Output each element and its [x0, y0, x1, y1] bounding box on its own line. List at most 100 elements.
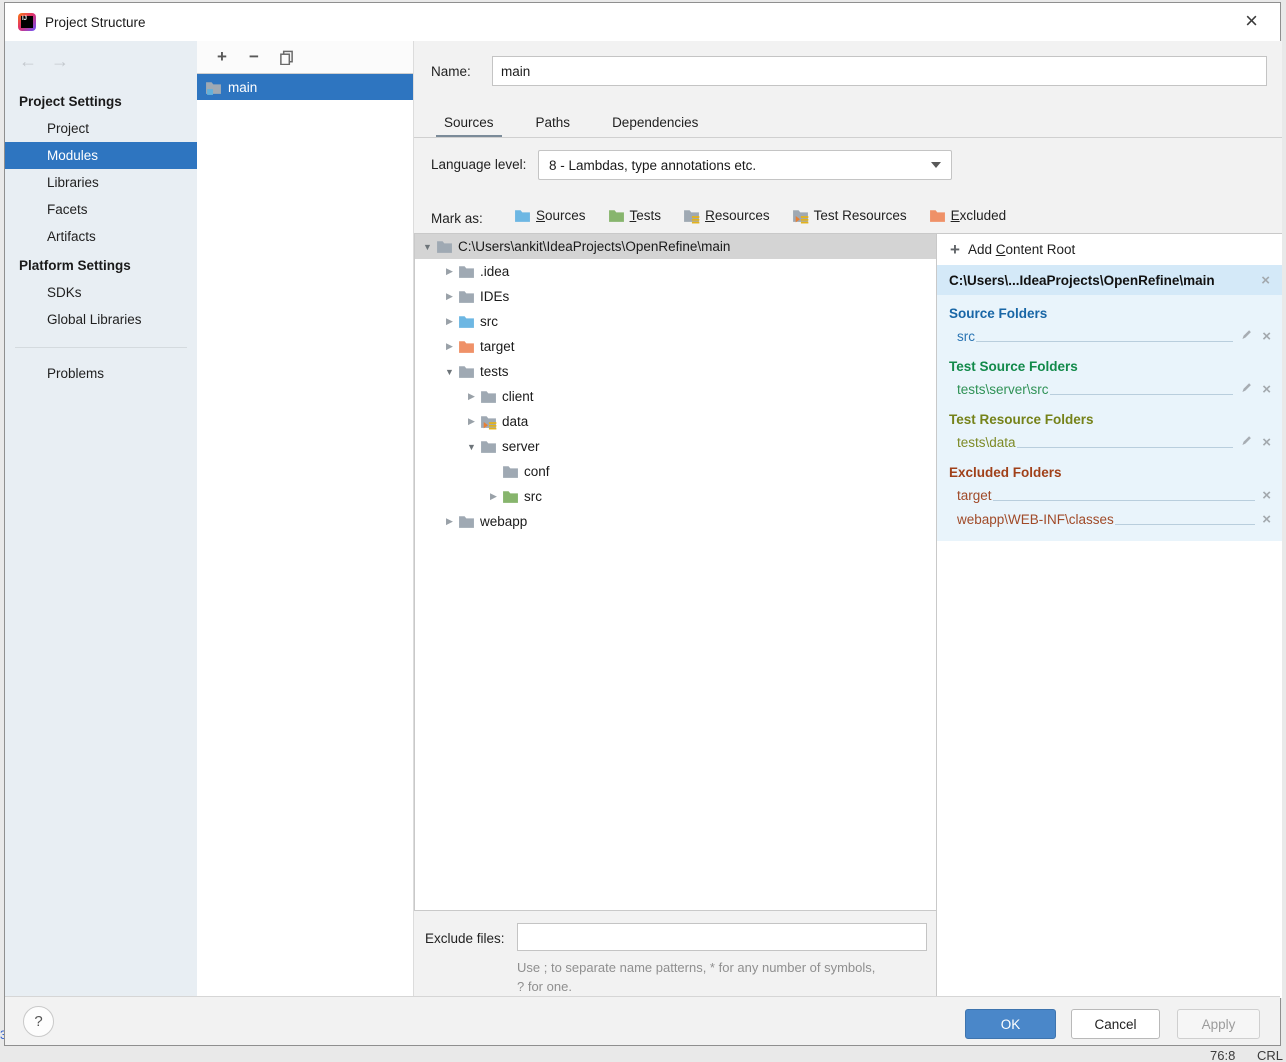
mark-as-item-label: Test Resources — [814, 208, 907, 223]
mark-as-label: Mark as: — [431, 211, 483, 226]
tree-row[interactable]: ▶src — [415, 309, 936, 334]
folder-icon — [458, 513, 478, 530]
folder-path: webapp\WEB-INF\classes — [957, 512, 1114, 527]
tree-row[interactable]: ▶ client — [415, 384, 936, 409]
remove-module-button[interactable]: − — [243, 46, 265, 68]
folder-path: tests\data — [957, 435, 1016, 450]
module-list: main — [197, 74, 413, 100]
tree-expand-icon[interactable]: ▶ — [463, 416, 480, 427]
tab-dependencies[interactable]: Dependencies — [604, 107, 706, 137]
folder-icon — [480, 388, 500, 405]
sidebar-item-sdks[interactable]: SDKs — [5, 279, 197, 306]
folder-entry: target × — [937, 483, 1282, 507]
remove-folder-icon[interactable]: × — [1262, 435, 1271, 450]
copy-module-button[interactable] — [275, 46, 297, 68]
sidebar-item-project[interactable]: Project — [5, 115, 197, 142]
tree-expand-icon[interactable]: ▶ — [463, 391, 480, 402]
tree-collapse-icon[interactable]: ▼ — [463, 442, 480, 452]
chevron-down-icon — [931, 162, 941, 168]
add-module-button[interactable]: + — [211, 46, 233, 68]
mark-as-tests[interactable]: Tests — [608, 207, 662, 224]
tree-row[interactable]: ▼C:\Users\ankit\IdeaProjects\OpenRefine\… — [415, 234, 936, 259]
remove-content-root-icon[interactable]: × — [1261, 273, 1270, 288]
sidebar-item-artifacts[interactable]: Artifacts — [5, 223, 197, 250]
sidebar-nav: Project SettingsProjectModulesLibrariesF… — [5, 86, 197, 387]
module-item-main[interactable]: main — [197, 74, 413, 100]
tree-row[interactable]: ▶.idea — [415, 259, 936, 284]
folder-section-title: Source Folders — [937, 304, 1282, 324]
edit-folder-icon[interactable] — [1240, 381, 1253, 397]
tree-row[interactable]: ▶ webapp — [415, 509, 936, 534]
remove-folder-icon[interactable]: × — [1262, 329, 1271, 344]
ok-button[interactable]: OK — [965, 1009, 1056, 1039]
tree-expand-icon[interactable]: ▶ — [485, 491, 502, 502]
folder-icon — [458, 288, 478, 305]
tree-row[interactable]: ▶ src — [415, 484, 936, 509]
folder-icon — [480, 413, 500, 430]
tree-row[interactable]: ▶ data — [415, 409, 936, 434]
folder-icon — [514, 207, 531, 224]
tree-expand-icon[interactable]: ▶ — [441, 316, 458, 327]
apply-button[interactable]: Apply — [1177, 1009, 1260, 1039]
language-level-select[interactable]: 8 - Lambdas, type annotations etc. — [538, 150, 952, 180]
mark-as-test-resources[interactable]: Test Resources — [792, 207, 907, 224]
tree-expand-icon[interactable]: ▶ — [441, 291, 458, 302]
sidebar-item-facets[interactable]: Facets — [5, 196, 197, 223]
sidebar-item-global-libraries[interactable]: Global Libraries — [5, 306, 197, 333]
edit-folder-icon[interactable] — [1240, 328, 1253, 344]
tree-item-label: webapp — [478, 514, 527, 529]
tree-item-label: client — [500, 389, 534, 404]
sidebar-item-problems[interactable]: Problems — [5, 360, 197, 387]
exclude-files-input[interactable] — [517, 923, 927, 951]
add-content-root-label: Add Content Root — [968, 242, 1075, 257]
tree-collapse-icon[interactable]: ▼ — [419, 242, 436, 252]
tree-expand-icon[interactable]: ▶ — [441, 266, 458, 277]
screen: 76:8 CRL 3 IJ Project Structure × ← → Pr… — [0, 0, 1286, 1062]
tab-paths[interactable]: Paths — [528, 107, 579, 137]
tab-bar: Sources Paths Dependencies — [436, 107, 732, 137]
cancel-button[interactable]: Cancel — [1071, 1009, 1160, 1039]
edit-folder-icon[interactable] — [1240, 434, 1253, 450]
mark-as-excluded[interactable]: Excluded — [929, 207, 1007, 224]
module-item-label: main — [228, 80, 257, 95]
tree-row[interactable]: ▼server — [415, 434, 936, 459]
tree-expand-icon[interactable]: ▶ — [441, 341, 458, 352]
folder-section-title: Excluded Folders — [937, 463, 1282, 483]
tree-row[interactable]: ▼tests — [415, 359, 936, 384]
folder-path: target — [957, 488, 992, 503]
dialog-footer: ? OK Cancel Apply — [5, 996, 1280, 1045]
tree-row[interactable]: conf — [415, 459, 936, 484]
help-button[interactable]: ? — [23, 1006, 54, 1037]
remove-folder-icon[interactable]: × — [1262, 512, 1271, 527]
sidebar-item-libraries[interactable]: Libraries — [5, 169, 197, 196]
tree-row[interactable]: ▶IDEs — [415, 284, 936, 309]
tree-item-label: src — [522, 489, 542, 504]
sidebar-item-modules[interactable]: Modules — [5, 142, 197, 169]
folder-section: Test Resource Folderstests\data× — [937, 410, 1282, 454]
mark-as-item-label: Resources — [705, 208, 770, 223]
sidebar-section-title: Platform Settings — [5, 250, 197, 279]
mark-as-item-label: Sources — [536, 208, 586, 223]
remove-folder-icon[interactable]: × — [1262, 488, 1271, 503]
module-toolbar: +− — [197, 41, 413, 74]
tree-item-label: data — [500, 414, 528, 429]
mark-as-resources[interactable]: Resources — [683, 207, 770, 224]
add-content-root-button[interactable]: + Add Content Root — [937, 234, 1282, 265]
mark-as-sources[interactable]: Sources — [514, 207, 586, 224]
remove-folder-icon[interactable]: × — [1262, 382, 1271, 397]
mark-as-actions: Sources Tests Resources Test Resources Exclu… — [514, 207, 1006, 224]
name-input[interactable] — [492, 56, 1267, 86]
tree-row[interactable]: ▶target — [415, 334, 936, 359]
tree-expand-icon[interactable]: ▶ — [441, 516, 458, 527]
folder-path: src — [957, 329, 975, 344]
tab-sources[interactable]: Sources — [436, 107, 502, 137]
forward-arrow-icon[interactable]: → — [51, 51, 69, 72]
exclude-files-area: Exclude files: Use ; to separate name pa… — [414, 911, 936, 998]
back-arrow-icon[interactable]: ← — [19, 51, 37, 72]
folder-sections: Source Folderssrc×Test Source Folderstes… — [937, 304, 1282, 531]
folder-icon — [502, 463, 522, 480]
tree-collapse-icon[interactable]: ▼ — [441, 367, 458, 377]
module-icon — [205, 79, 222, 96]
module-list-panel: +− main — [197, 41, 414, 998]
close-icon[interactable]: × — [1245, 10, 1258, 32]
